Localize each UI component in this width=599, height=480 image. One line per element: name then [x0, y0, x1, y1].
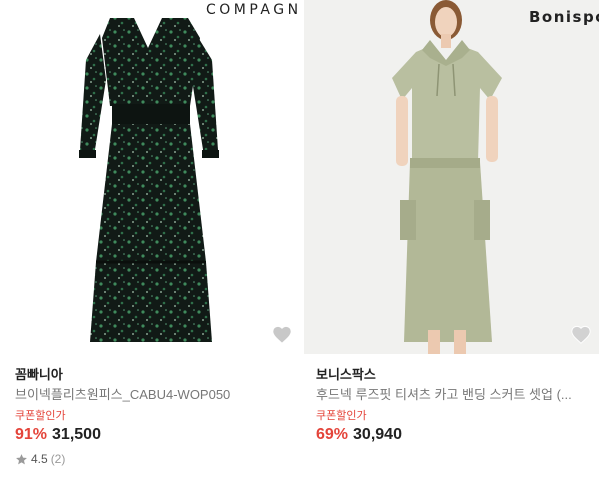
coupon-label: 쿠폰할인가	[316, 410, 367, 422]
star-icon	[16, 453, 27, 464]
product-title[interactable]: 브이넥플리츠원피스_CABU4-WOP050	[15, 384, 287, 403]
rating-value: 4.5	[31, 452, 48, 466]
price: 31,500	[52, 426, 101, 443]
store-name[interactable]: 보니스팍스	[316, 364, 376, 383]
sage-hoodie-skirt-model-illustration	[392, 0, 502, 354]
price-row: 69% 30,940	[316, 426, 402, 444]
price: 30,940	[353, 426, 402, 443]
product-title[interactable]: 후드넥 루즈핏 티셔츠 카고 밴딩 스커트 셋업 (...	[316, 384, 596, 403]
coupon-label: 쿠폰할인가	[15, 410, 66, 422]
brand-logo: Bonispo	[529, 8, 599, 26]
price-row: 91% 31,500	[15, 426, 101, 444]
review-count: (2)	[50, 452, 66, 466]
product-card[interactable]: COMPAGN 꼼빠니아 브이넥플리츠원피스_CABU4-WOP050 쿠폰할인…	[0, 0, 300, 480]
heart-icon[interactable]	[271, 324, 293, 346]
store-name[interactable]: 꼼빠니아	[15, 364, 63, 383]
discount-rate: 91%	[15, 426, 48, 443]
product-image[interactable]: COMPAGN	[0, 0, 300, 354]
product-image[interactable]: Bonispo	[304, 0, 599, 354]
rating-row: 4.5 (2)	[15, 452, 65, 466]
heart-icon[interactable]	[570, 324, 592, 346]
dark-floral-dress-illustration	[79, 18, 219, 342]
discount-rate: 69%	[316, 426, 349, 443]
product-card[interactable]: Bonispo 보니스팍스 후드넥 루즈핏 티셔츠 카고 밴딩 스커트 셋업 (…	[304, 0, 599, 480]
brand-logo: COMPAGN	[206, 2, 300, 18]
